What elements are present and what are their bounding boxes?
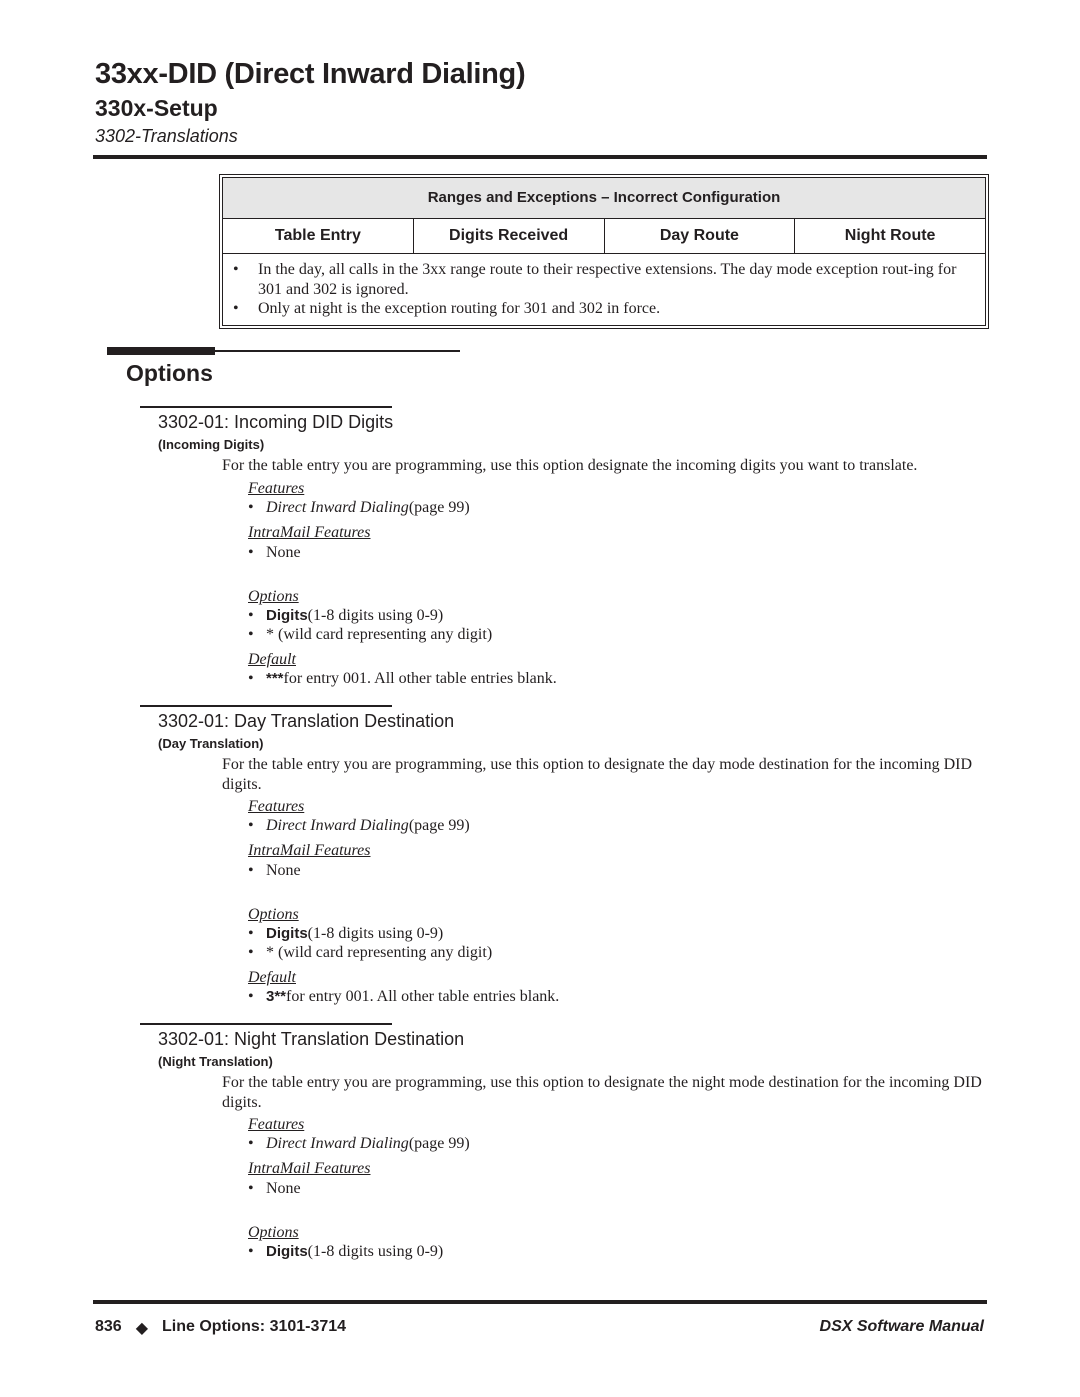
column-header: Night Route xyxy=(844,227,936,244)
bullet-icon: • xyxy=(248,862,254,879)
option-item: • * (wild card representing any digit) xyxy=(248,626,493,643)
section-tag: (Night Translation) xyxy=(158,1054,273,1069)
section-divider xyxy=(140,1023,392,1025)
option-item: • Digits (1-8 digits using 0-9) xyxy=(248,1243,444,1260)
section-title: 3302-01: Day Translation Destination xyxy=(158,711,455,731)
option-item: • * (wild card representing any digit) xyxy=(248,944,493,961)
page-number: 836 xyxy=(95,1318,122,1335)
header-divider xyxy=(93,155,987,159)
section-divider xyxy=(140,705,392,707)
options-heading: Options xyxy=(126,360,213,386)
subsection-title: 3302-Translations xyxy=(95,126,238,146)
feature-link[interactable]: Direct Inward Dialing xyxy=(266,499,409,517)
options-divider-thin xyxy=(107,350,460,352)
feature-link[interactable]: Direct Inward Dialing xyxy=(266,817,409,835)
option-item: • Digits (1-8 digits using 0-9) xyxy=(248,925,444,942)
options-label: Options xyxy=(248,588,299,605)
section-divider xyxy=(140,406,392,408)
footer-divider xyxy=(93,1300,987,1304)
feature-item: • Direct Inward Dialing (page 99) xyxy=(248,817,470,835)
features-label: Features xyxy=(248,1116,305,1133)
footer-section-ref: Line Options: 3101-3714 xyxy=(162,1318,347,1335)
table-note: • In the day, all calls in the 3xx range … xyxy=(233,261,957,298)
default-item: • 3** for entry 001. All other table entr… xyxy=(248,988,560,1005)
intramail-features-label: IntraMail Features xyxy=(248,842,371,859)
feature-link[interactable]: Direct Inward Dialing xyxy=(266,1135,409,1153)
bullet-icon: • xyxy=(248,1243,254,1260)
ranges-exceptions-table: Ranges and Exceptions – Incorrect Config… xyxy=(219,174,989,329)
section-description: For the table entry you are programming,… xyxy=(222,756,973,793)
features-label: Features xyxy=(248,480,305,497)
bullet-icon: • xyxy=(248,944,254,961)
bullet-icon: • xyxy=(248,925,254,942)
bullet-icon: • xyxy=(248,499,254,516)
bullet-icon: • xyxy=(248,626,254,643)
options-label: Options xyxy=(248,906,299,923)
intramail-item: • None xyxy=(248,1180,301,1197)
column-header: Digits Received xyxy=(414,219,605,253)
section-tag: (Incoming Digits) xyxy=(158,437,265,452)
section-title: 3302-01: Night Translation Destination xyxy=(158,1029,465,1049)
table-note: • Only at night is the exception routing … xyxy=(233,300,661,317)
section-description: For the table entry you are programming,… xyxy=(222,457,918,474)
chapter-title: 33xx-DID (Direct Inward Dialing) xyxy=(95,58,526,90)
feature-item: • Direct Inward Dialing (page 99) xyxy=(248,499,470,517)
column-header: Table Entry xyxy=(223,219,414,253)
options-label: Options xyxy=(248,1224,299,1241)
column-header: Day Route xyxy=(605,219,796,253)
default-item: • *** for entry 001. All other table entr… xyxy=(248,670,557,687)
bullet-icon: • xyxy=(248,817,254,834)
bullet-icon: • xyxy=(248,670,254,687)
section-description: For the table entry you are programming,… xyxy=(222,1074,982,1111)
bullet-icon: • xyxy=(248,988,254,1005)
bullet-icon: • xyxy=(233,300,239,317)
section-tag: (Day Translation) xyxy=(158,736,264,751)
intramail-item: • None xyxy=(248,862,301,879)
table-header-row: Table Entry Digits Received Day Route Ni… xyxy=(223,219,985,254)
intramail-item: • None xyxy=(248,544,301,561)
features-label: Features xyxy=(248,798,305,815)
default-label: Default xyxy=(248,651,296,668)
bullet-icon: • xyxy=(248,1180,254,1197)
bullet-icon: • xyxy=(233,261,239,278)
intramail-features-label: IntraMail Features xyxy=(248,1160,371,1177)
default-label: Default xyxy=(248,969,296,986)
feature-item: • Direct Inward Dialing (page 99) xyxy=(248,1135,470,1153)
footer-left: 836 ◆ Line Options: 3101-3714 xyxy=(95,1318,346,1338)
bullet-icon: • xyxy=(248,607,254,624)
bullet-icon: • xyxy=(248,544,254,561)
bullet-icon: • xyxy=(248,1135,254,1152)
diamond-icon: ◆ xyxy=(135,1320,149,1337)
intramail-features-label: IntraMail Features xyxy=(248,524,371,541)
option-item: • Digits (1-8 digits using 0-9) xyxy=(248,607,444,624)
section-title: 3302-01: Incoming DID Digits xyxy=(158,412,394,432)
manual-title: DSX Software Manual xyxy=(819,1318,984,1335)
table-title: Ranges and Exceptions – Incorrect Config… xyxy=(223,178,985,219)
section-title: 330x-Setup xyxy=(95,95,218,121)
table-notes: • In the day, all calls in the 3xx range … xyxy=(223,254,985,325)
